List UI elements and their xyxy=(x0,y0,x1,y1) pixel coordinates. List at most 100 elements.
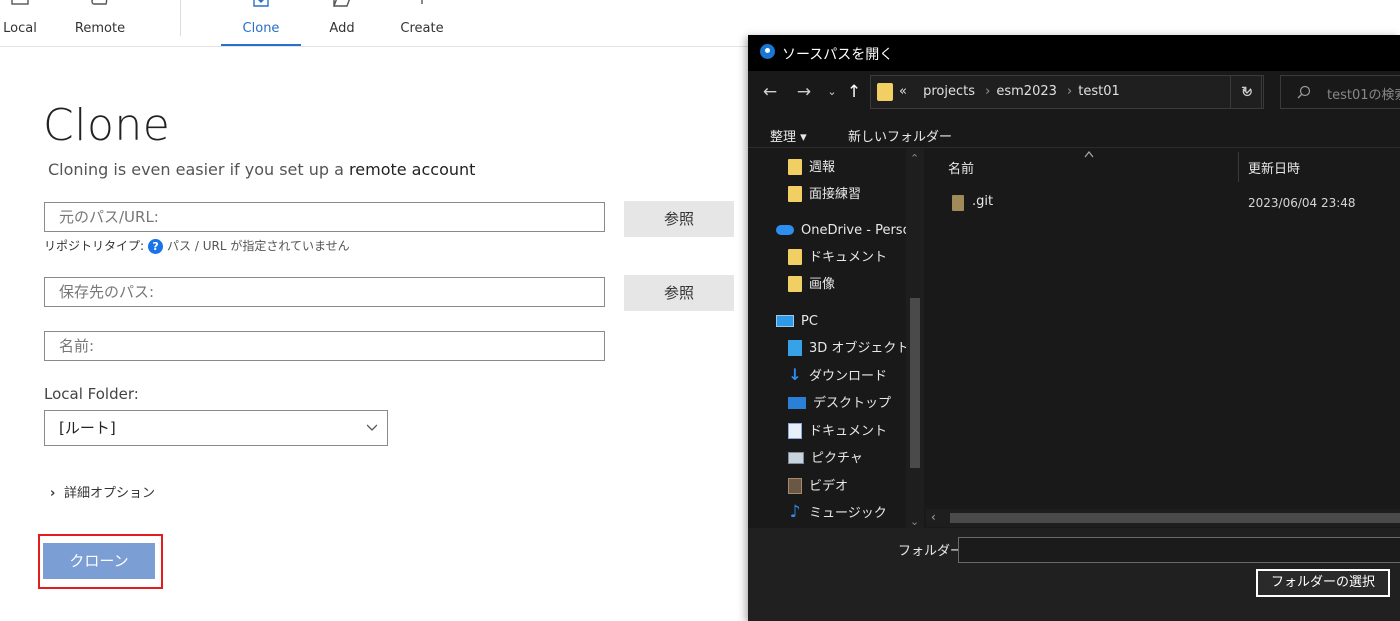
folder-icon xyxy=(788,275,802,292)
breadcrumb-item[interactable]: esm2023 xyxy=(996,84,1057,99)
tree-item-label: ダウンロード xyxy=(809,369,888,384)
cube-icon xyxy=(788,339,802,356)
column-header-modified[interactable]: 更新日時 xyxy=(1248,158,1300,177)
toolbar-local-button[interactable]: Local xyxy=(0,0,40,46)
tree-item[interactable]: 週報 xyxy=(788,156,835,180)
tree-item-label: ピクチャ xyxy=(811,451,863,466)
tree-item-label: 面接練習 xyxy=(809,187,862,202)
scroll-down-icon[interactable]: ⌄ xyxy=(910,515,919,528)
clone-subtitle: Cloning is even easier if you set up a r… xyxy=(48,160,475,179)
help-icon[interactable]: ? xyxy=(148,239,164,254)
destination-browse-button[interactable]: 参照 xyxy=(624,275,734,311)
repo-type-message: パス / URL が指定されていません xyxy=(167,239,350,253)
breadcrumb-overflow[interactable]: « xyxy=(899,84,907,99)
up-arrow-icon[interactable]: ↑ xyxy=(844,82,864,102)
folder-icon xyxy=(877,83,893,101)
advanced-options-toggle[interactable]: › 詳細オプション xyxy=(50,482,155,501)
sort-ascending-icon xyxy=(1084,151,1094,158)
source-path-field[interactable] xyxy=(44,202,605,232)
plus-icon xyxy=(421,0,423,4)
tree-item[interactable]: ドキュメント xyxy=(788,246,887,270)
tree-item-label: ビデオ xyxy=(809,479,849,494)
column-divider[interactable] xyxy=(1238,152,1239,182)
folder-icon xyxy=(788,185,802,202)
toolbar-remote-button[interactable]: Remote xyxy=(70,0,130,46)
tree-item-label: ドキュメント xyxy=(809,250,888,265)
file-name: .git xyxy=(972,194,994,209)
destination-path-input[interactable] xyxy=(45,278,604,306)
search-placeholder: test01の検索 xyxy=(1327,88,1400,103)
repo-type-label: リポジトリタイプ: xyxy=(44,239,145,253)
tree-item[interactable]: ♪ ミュージック xyxy=(788,502,887,526)
scroll-left-icon[interactable]: ‹ xyxy=(931,510,936,524)
organize-menu[interactable]: 整理 ▾ xyxy=(770,126,807,145)
scrollbar-thumb[interactable] xyxy=(950,513,1400,523)
repository-type-row: リポジトリタイプ:? パス / URL が指定されていません xyxy=(44,237,350,254)
name-input[interactable] xyxy=(45,332,604,360)
tree-item-label: OneDrive - Perso xyxy=(801,223,906,238)
tree-item-label: ドキュメント xyxy=(809,424,888,439)
tree-item[interactable]: PC xyxy=(776,310,818,334)
new-folder-button[interactable]: 新しいフォルダー xyxy=(848,126,952,145)
column-header-name[interactable]: 名前 xyxy=(948,158,974,177)
source-path-input[interactable] xyxy=(45,203,604,231)
download-icon xyxy=(253,0,269,7)
toolbar-clone-tab[interactable]: Clone xyxy=(221,0,301,46)
clone-button[interactable]: クローン xyxy=(43,543,155,579)
scrollbar-thumb[interactable] xyxy=(910,298,920,468)
folder-icon xyxy=(788,158,802,175)
toolbar-add-button[interactable]: Add xyxy=(320,0,364,46)
remote-account-link[interactable]: remote account xyxy=(349,160,475,179)
local-folder-select[interactable]: [ルート] xyxy=(44,410,388,446)
name-field[interactable] xyxy=(44,331,605,361)
advanced-options-label: 詳細オプション xyxy=(64,486,156,501)
file-list-item[interactable]: .git 2023/06/04 23:48 xyxy=(948,192,1388,216)
tree-item[interactable]: ドキュメント xyxy=(788,420,887,444)
search-box[interactable]: test01の検索 xyxy=(1280,75,1400,109)
destination-path-field[interactable] xyxy=(44,277,605,307)
tree-item[interactable]: 面接練習 xyxy=(788,183,861,207)
folder-open-icon xyxy=(333,0,350,7)
tree-item-label: 画像 xyxy=(809,277,836,292)
navigation-pane: 週報 面接練習 OneDrive - Perso ドキュメント 画像 PC 3D… xyxy=(748,148,906,528)
breadcrumb-item[interactable]: test01 xyxy=(1078,84,1120,99)
tree-item[interactable]: OneDrive - Perso xyxy=(776,219,906,243)
breadcrumb: « projects › esm2023 › test01 xyxy=(899,84,1120,99)
toolbar-create-label: Create xyxy=(400,21,444,36)
source-browse-button[interactable]: 参照 xyxy=(624,201,734,237)
app-location-icon xyxy=(760,44,775,59)
onedrive-icon xyxy=(776,224,794,235)
refresh-icon[interactable]: ↻ xyxy=(1230,75,1264,109)
tree-item-label: デスクトップ xyxy=(813,396,892,411)
tree-item[interactable]: 3D オブジェクト xyxy=(788,337,906,361)
dialog-title: ソースパスを開く xyxy=(782,47,894,63)
back-arrow-icon[interactable]: ← xyxy=(760,82,780,102)
search-icon xyxy=(1297,85,1311,99)
scroll-up-icon[interactable]: ⌃ xyxy=(910,152,919,165)
toolbar-local-label: Local xyxy=(3,21,37,36)
breadcrumb-item[interactable]: projects xyxy=(923,84,975,99)
toolbar-create-button[interactable]: Create xyxy=(396,0,448,46)
toolbar-clone-label: Clone xyxy=(242,21,280,36)
forward-arrow-icon[interactable]: → xyxy=(794,82,814,102)
local-folder-label: Local Folder: xyxy=(44,385,139,403)
pc-icon xyxy=(776,314,794,327)
select-folder-button[interactable]: フォルダーの選択 xyxy=(1256,569,1390,597)
tree-item[interactable]: ビデオ xyxy=(788,475,848,499)
recent-locations-chevron-icon[interactable]: ⌄ xyxy=(822,82,842,102)
monitor-icon xyxy=(11,0,29,5)
open-source-path-dialog: ソースパスを開く ← → ⌄ ↑ « projects › esm2023 › te… xyxy=(748,35,1400,621)
folder-name-input[interactable] xyxy=(958,537,1400,563)
address-bar[interactable]: « projects › esm2023 › test01 xyxy=(870,75,1262,109)
tree-item[interactable]: ピクチャ xyxy=(788,447,863,471)
folder-label: フォルダー: xyxy=(898,544,968,559)
navigation-scrollbar[interactable]: ⌃ ⌄ xyxy=(906,148,924,528)
pictures-icon xyxy=(788,451,804,464)
local-folder-value: [ルート] xyxy=(59,419,116,437)
tree-item[interactable]: デスクトップ xyxy=(788,392,891,416)
tree-item[interactable]: 画像 xyxy=(788,273,835,297)
file-list-scrollbar[interactable]: ‹ xyxy=(926,509,1400,527)
dialog-titlebar: ソースパスを開く xyxy=(748,35,1400,71)
tree-item[interactable]: ↓ ダウンロード xyxy=(788,365,887,389)
music-icon: ♪ xyxy=(789,501,801,522)
